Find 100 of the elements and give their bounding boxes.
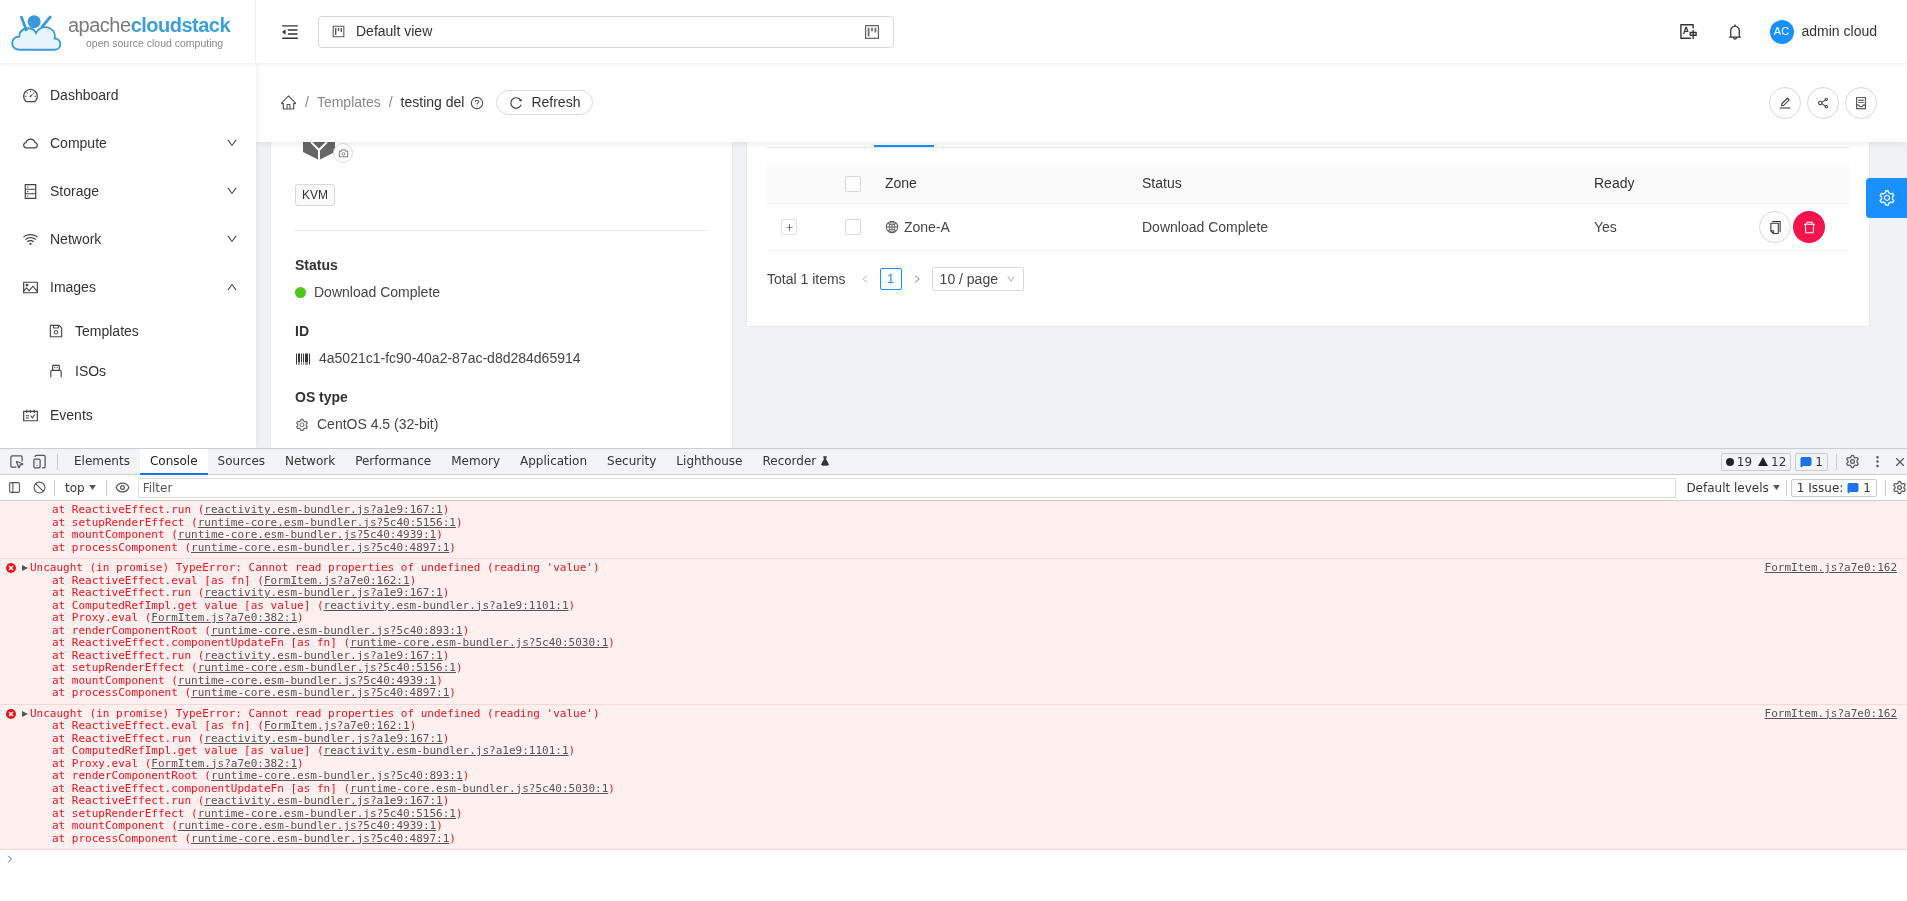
sidebar-subitem[interactable]: Templates [0, 311, 256, 351]
devtools-tab[interactable]: Application [510, 448, 598, 475]
source-link[interactable]: reactivity.esm-bundler.js?a1e9:1101:1 [323, 744, 569, 757]
sidebar-subitem[interactable]: ISOs [0, 351, 256, 391]
source-link[interactable]: FormItem.js?a7e0:162:1 [263, 719, 410, 732]
copy-button[interactable] [1759, 211, 1791, 243]
devtools-tab[interactable]: Lighthouse [666, 448, 753, 475]
stack-frame-text: ) [436, 673, 443, 687]
stack-frame-text: ) [297, 756, 304, 770]
source-link[interactable]: FormItem.js?a7e0:162:1 [263, 573, 410, 587]
source-link[interactable]: reactivity.esm-bundler.js?a1e9:167:1 [204, 648, 443, 662]
devtools-tab[interactable]: Console [139, 448, 208, 475]
share-button[interactable] [1807, 86, 1839, 119]
collapsed-triangle-icon[interactable] [22, 565, 28, 572]
source-link[interactable]: runtime-core.esm-bundler.js?5c40:5030:1 [350, 636, 609, 649]
sidebar-item[interactable]: Images [0, 267, 256, 307]
settings-button[interactable] [1866, 178, 1907, 218]
source-link[interactable]: runtime-core.esm-bundler.js?5c40:5156:1 [197, 515, 456, 529]
expand-toggle[interactable] [781, 219, 797, 235]
server-icon [22, 182, 39, 200]
issues-button[interactable]: 1 Issue: 1 [1790, 478, 1877, 497]
source-link[interactable]: runtime-core.esm-bundler.js?5c40:893:1 [210, 769, 463, 782]
filter-field[interactable]: Filter [137, 477, 1677, 498]
sidebar-item[interactable]: Network [0, 219, 256, 259]
user-name[interactable]: admin cloud [1801, 21, 1877, 42]
camera-badge[interactable] [333, 143, 353, 163]
sidebar-item[interactable]: Storage [0, 171, 256, 211]
devtools-tab[interactable]: Security [597, 448, 667, 475]
device-toolbar-icon[interactable] [32, 454, 47, 469]
devtools-tab[interactable]: Performance [345, 448, 442, 475]
source-link[interactable]: FormItem.js?a7e0:382:1 [151, 756, 298, 770]
chevron-down-icon [226, 233, 238, 245]
source-link[interactable]: reactivity.esm-bundler.js?a1e9:167:1 [204, 731, 443, 745]
stack-frame-text: at ReactiveEffect.run ( [52, 648, 205, 662]
settings-icon [1877, 189, 1896, 207]
source-link[interactable]: runtime-core.esm-bundler.js?5c40:5156:1 [197, 661, 456, 674]
error-message: Uncaught (in promise) TypeError: Cannot read properties of undefined (reading 'value') [30, 707, 600, 720]
stack-frame-text: ) [462, 623, 470, 637]
stack-frame-text: ) [442, 731, 450, 745]
messages-counter[interactable]: 1 [1795, 452, 1828, 471]
stack-frame-text: at mountComponent ( [52, 673, 178, 687]
delete-button[interactable] [1793, 211, 1825, 243]
source-link[interactable]: reactivity.esm-bundler.js?a1e9:167:1 [204, 794, 443, 807]
hypervisor-tag: KVM [295, 184, 335, 206]
source-link[interactable]: FormItem.js?a7e0:162 [1764, 707, 1897, 720]
checkbox[interactable] [845, 219, 861, 235]
source-link[interactable]: FormItem.js?a7e0:382:1 [151, 611, 298, 624]
translate-icon[interactable] [1678, 22, 1698, 41]
settings-icon[interactable] [1892, 480, 1907, 495]
source-link[interactable]: runtime-core.esm-bundler.js?5c40:5030:1 [350, 781, 609, 795]
devtools-tab[interactable]: Elements [64, 448, 140, 475]
source-link[interactable]: reactivity.esm-bundler.js?a1e9:167:1 [204, 503, 443, 516]
sidebar-item[interactable]: Dashboard [0, 75, 256, 115]
eye-icon[interactable] [114, 480, 130, 495]
column-header: Zone [885, 174, 918, 193]
clear-console-icon[interactable] [33, 481, 46, 494]
context-select[interactable]: top [61, 478, 100, 497]
breadcrumb-link[interactable]: Templates [316, 92, 381, 113]
source-link[interactable]: runtime-core.esm-bundler.js?5c40:4897:1 [191, 686, 450, 699]
sidebar-item[interactable]: Compute [0, 123, 256, 163]
source-link[interactable]: FormItem.js?a7e0:162 [1764, 562, 1897, 575]
field-label: Status [295, 256, 339, 275]
edit-button[interactable] [1769, 86, 1801, 119]
log-levels-select[interactable]: Default levels [1682, 478, 1784, 497]
source-link[interactable]: runtime-core.esm-bundler.js?5c40:4897:1 [191, 831, 450, 845]
source-link[interactable]: reactivity.esm-bundler.js?a1e9:167:1 [204, 586, 443, 599]
issue-counter[interactable]: 19 12 [1720, 452, 1792, 471]
stack-frame-text: at setupRenderEffect ( [52, 806, 198, 820]
source-link[interactable]: runtime-core.esm-bundler.js?5c40:893:1 [210, 623, 463, 637]
board-icon [331, 24, 346, 39]
usb-icon [48, 363, 64, 379]
copy-template-button[interactable] [1845, 86, 1877, 119]
sidebar-toggle-icon[interactable] [8, 481, 21, 494]
settings-icon[interactable] [1845, 454, 1860, 469]
page-size-select[interactable]: 10 / page [931, 267, 1024, 291]
help-icon[interactable] [470, 95, 485, 110]
plus-icon [784, 222, 794, 232]
table-cell-text: Download Complete [1142, 217, 1270, 237]
stack-frame-text: at setupRenderEffect ( [52, 661, 198, 674]
devtools-tab[interactable]: Recorder [752, 448, 841, 475]
source-link[interactable]: runtime-core.esm-bundler.js?5c40:4939:1 [177, 673, 437, 687]
collapsed-triangle-icon[interactable] [22, 710, 28, 717]
checkbox[interactable] [845, 175, 861, 192]
sidebar-item[interactable]: Events [0, 395, 256, 435]
devtools-tab[interactable]: Memory [441, 448, 510, 475]
error-message: Uncaught (in promise) TypeError: Cannot read properties of undefined (reading 'value') [30, 562, 600, 575]
source-link[interactable]: runtime-core.esm-bundler.js?5c40:4897:1 [191, 540, 450, 554]
source-link[interactable]: runtime-core.esm-bundler.js?5c40:4939:1 [177, 528, 437, 541]
stack-frame-text: ) [442, 503, 450, 516]
home-icon[interactable] [280, 94, 297, 111]
view-selector[interactable]: Default view [318, 15, 894, 48]
devtools-tab[interactable]: Network [275, 448, 346, 475]
inspect-icon[interactable] [9, 454, 24, 469]
stack-frame-text: at processComponent ( [52, 686, 192, 699]
dashboard-icon [22, 86, 39, 104]
source-link[interactable]: runtime-core.esm-bundler.js?5c40:4939:1 [177, 819, 437, 832]
source-link[interactable]: runtime-core.esm-bundler.js?5c40:5156:1 [197, 806, 456, 820]
stack-frame-text: at processComponent ( [52, 831, 192, 845]
devtools-tab[interactable]: Sources [207, 448, 276, 475]
source-link[interactable]: reactivity.esm-bundler.js?a1e9:1101:1 [323, 598, 569, 612]
